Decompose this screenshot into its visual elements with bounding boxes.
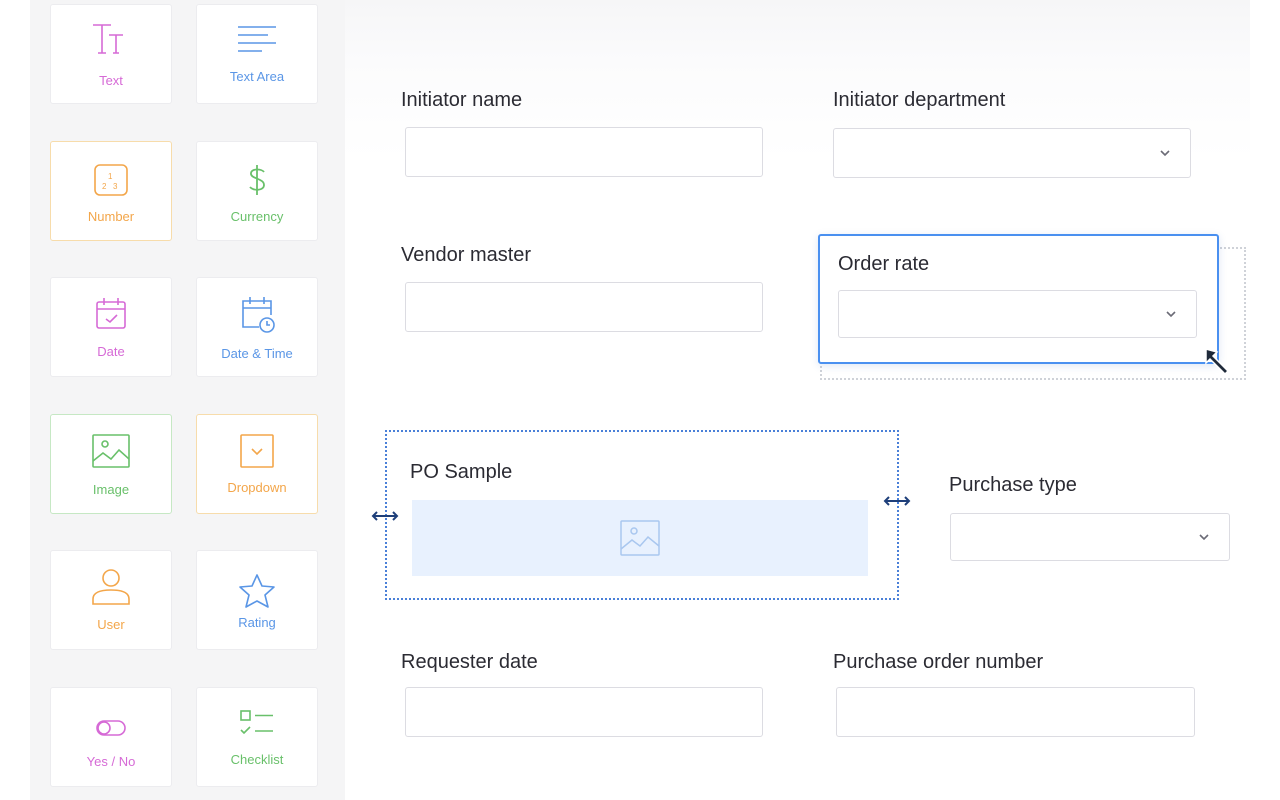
palette-label: Dropdown xyxy=(227,480,287,495)
purchase-type-label: Purchase type xyxy=(949,474,1077,496)
dropdown-icon xyxy=(197,431,317,471)
palette-item-yes-no[interactable]: Yes / No xyxy=(50,687,172,787)
star-icon xyxy=(197,571,317,611)
requester-date-label: Requester date xyxy=(401,651,538,673)
purchase-type-select[interactable] xyxy=(950,513,1230,561)
palette-label: Checklist xyxy=(230,752,284,767)
image-icon xyxy=(51,431,171,471)
palette-label: Number xyxy=(87,209,135,224)
user-icon xyxy=(51,567,171,607)
svg-text:3: 3 xyxy=(113,182,118,191)
palette-item-number[interactable]: 1 2 3 Number xyxy=(50,141,172,241)
palette-label: Text xyxy=(99,73,123,88)
number-icon: 1 2 3 xyxy=(51,160,171,200)
palette-item-date-time[interactable]: Date & Time xyxy=(196,277,318,377)
svg-text:2: 2 xyxy=(102,182,107,191)
palette-item-checklist[interactable]: Checklist xyxy=(196,687,318,787)
calendar-clock-icon xyxy=(197,294,317,334)
text-format-icon xyxy=(51,19,171,59)
palette-label: User xyxy=(97,617,125,632)
checklist-icon xyxy=(197,704,317,744)
toggle-icon xyxy=(51,708,171,748)
chevron-down-icon xyxy=(1160,150,1170,157)
purchase-order-number-input[interactable] xyxy=(836,687,1195,737)
resize-left-handle-icon[interactable] xyxy=(368,508,402,524)
palette-label: Date & Time xyxy=(221,346,293,361)
currency-icon xyxy=(197,160,317,200)
palette-label: Image xyxy=(92,482,130,497)
initiator-name-label: Initiator name xyxy=(401,89,523,111)
palette-label: Date xyxy=(97,344,125,359)
chevron-down-icon xyxy=(1199,534,1209,541)
text-area-icon xyxy=(197,19,317,59)
palette-item-rating[interactable]: Rating xyxy=(196,550,318,650)
palette-item-user[interactable]: User xyxy=(50,550,172,650)
resize-cursor-icon xyxy=(1205,348,1230,376)
chevron-down-icon xyxy=(1166,311,1176,318)
order-rate-select[interactable] xyxy=(838,290,1197,338)
initiator-department-select[interactable] xyxy=(833,128,1191,178)
palette-label: Yes / No xyxy=(86,754,136,769)
palette-label: Rating xyxy=(238,615,276,630)
initiator-name-input[interactable] xyxy=(405,127,763,177)
palette-item-text[interactable]: Text xyxy=(50,4,172,104)
requester-date-input[interactable] xyxy=(405,687,763,737)
po-sample-image-placeholder[interactable] xyxy=(412,500,868,576)
palette-label: Currency xyxy=(230,209,284,224)
order-rate-label: Order rate xyxy=(838,253,930,275)
image-icon xyxy=(620,520,660,556)
field-palette xyxy=(30,0,345,800)
vendor-master-label: Vendor master xyxy=(401,244,532,266)
palette-item-text-area[interactable]: Text Area xyxy=(196,4,318,104)
palette-item-date[interactable]: Date xyxy=(50,277,172,377)
vendor-master-input[interactable] xyxy=(405,282,763,332)
form-canvas xyxy=(345,0,1250,800)
calendar-icon xyxy=(51,294,171,334)
purchase-order-number-label: Purchase order number xyxy=(833,651,1044,673)
palette-label: Text Area xyxy=(229,69,285,84)
palette-item-dropdown[interactable]: Dropdown xyxy=(196,414,318,514)
resize-right-handle-icon[interactable] xyxy=(880,493,914,509)
palette-item-currency[interactable]: Currency xyxy=(196,141,318,241)
initiator-department-label: Initiator department xyxy=(833,89,1006,111)
po-sample-label: PO Sample xyxy=(410,461,513,483)
palette-item-image[interactable]: Image xyxy=(50,414,172,514)
svg-text:1: 1 xyxy=(108,172,113,181)
